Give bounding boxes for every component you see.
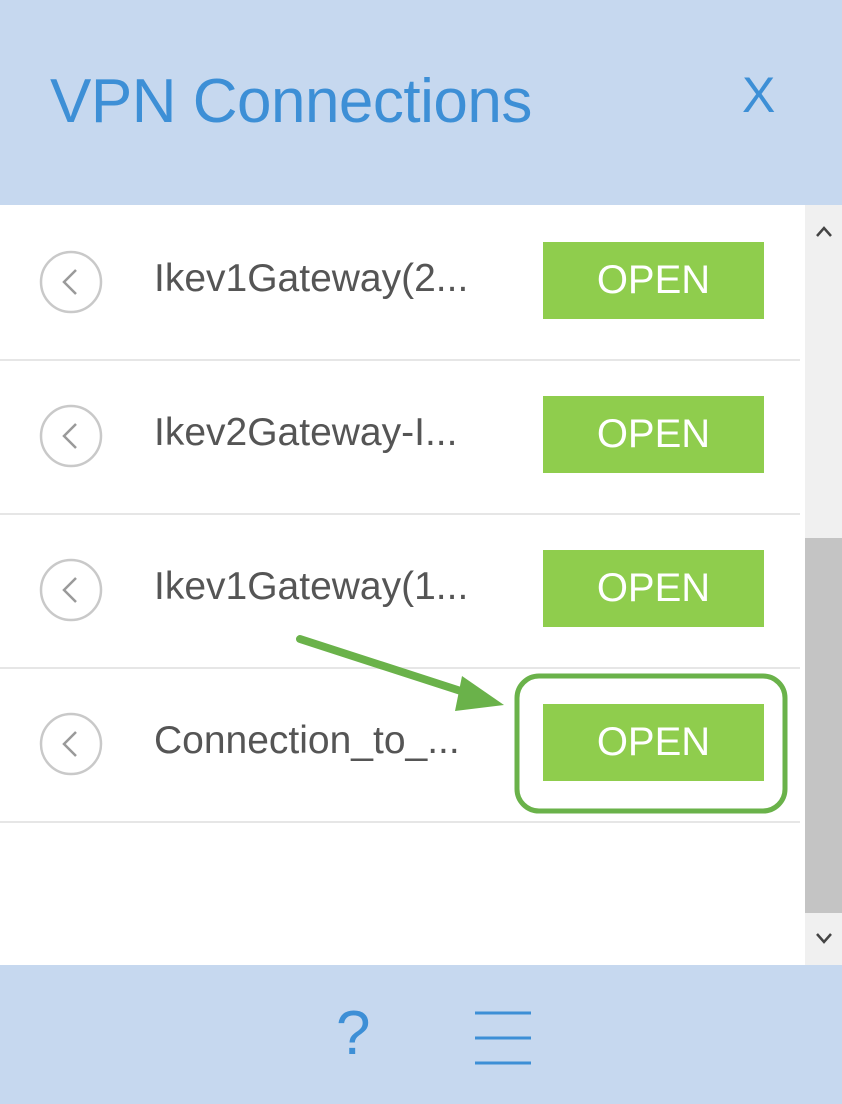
chevron-left-circle-icon[interactable] xyxy=(38,249,104,315)
open-button[interactable]: OPEN xyxy=(543,704,764,781)
help-button[interactable]: ? xyxy=(336,1003,370,1065)
connection-name: Ikev1Gateway(1... xyxy=(154,565,469,608)
open-button[interactable]: OPEN xyxy=(543,396,764,473)
footer-bar: ? xyxy=(0,965,842,1104)
list-item: Connection_to_... OPEN xyxy=(0,667,800,823)
connection-name: Connection_to_... xyxy=(154,719,460,762)
chevron-left-circle-icon[interactable] xyxy=(38,711,104,777)
vertical-scrollbar[interactable] xyxy=(805,205,842,965)
scrollbar-thumb[interactable] xyxy=(805,538,842,913)
connection-name: Ikev2Gateway-I... xyxy=(154,411,458,454)
list-item: Ikev1Gateway(1... OPEN xyxy=(0,513,800,669)
hamburger-menu-icon[interactable] xyxy=(473,1007,533,1069)
open-button[interactable]: OPEN xyxy=(543,550,764,627)
chevron-down-icon[interactable] xyxy=(813,927,835,949)
list-item: Ikev1Gateway(2... OPEN xyxy=(0,205,800,361)
header-bar: VPN Connections X xyxy=(0,0,842,205)
connection-list: Ikev1Gateway(2... OPEN Ikev2Gateway-I...… xyxy=(0,205,805,965)
connection-name: Ikev1Gateway(2... xyxy=(154,257,469,300)
list-item: Ikev2Gateway-I... OPEN xyxy=(0,359,800,515)
chevron-left-circle-icon[interactable] xyxy=(38,557,104,623)
chevron-left-circle-icon[interactable] xyxy=(38,403,104,469)
chevron-up-icon[interactable] xyxy=(813,221,835,243)
open-button[interactable]: OPEN xyxy=(543,242,764,319)
page-title: VPN Connections xyxy=(50,67,532,136)
close-button[interactable]: X xyxy=(742,70,775,120)
